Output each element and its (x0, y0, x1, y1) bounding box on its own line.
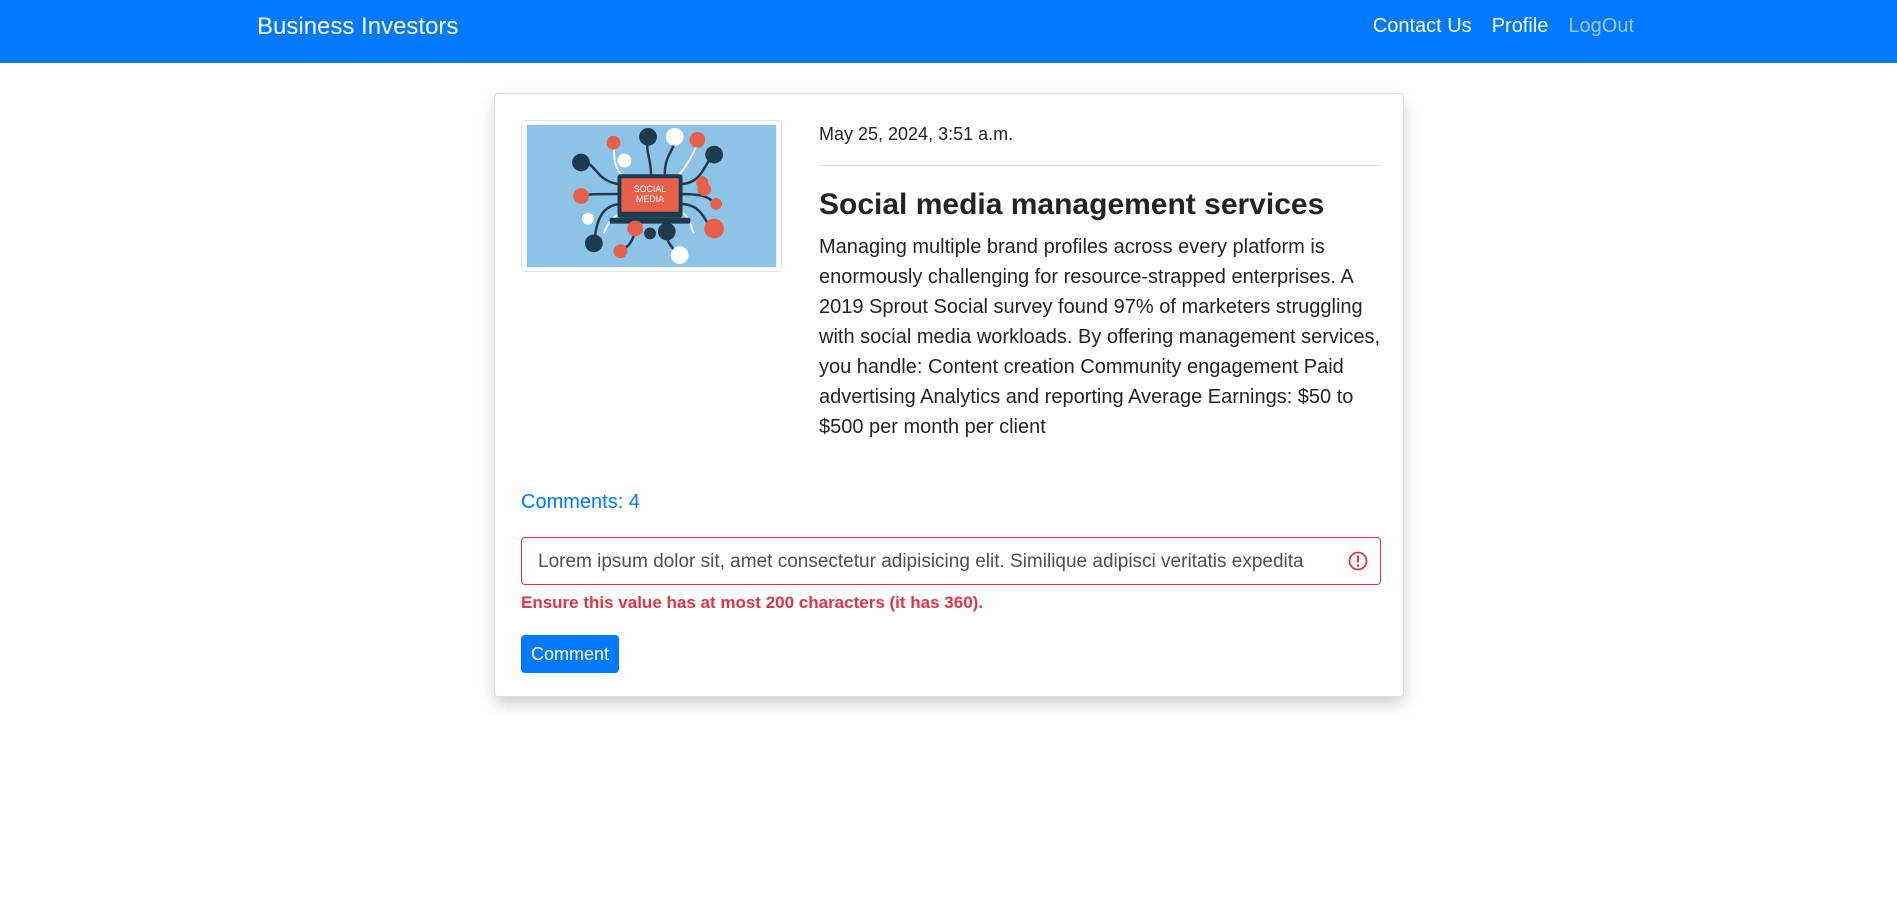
brand-link[interactable]: Business Investors (257, 13, 458, 41)
comment-field (521, 537, 1381, 586)
post-date: May 25, 2024, 3:51 a.m. (819, 124, 1014, 144)
illustration-text: SOCIAL (634, 184, 667, 194)
svg-text:MEDIA: MEDIA (636, 194, 664, 204)
validation-error: Ensure this value has at most 200 charac… (521, 593, 984, 612)
comments-count-link[interactable]: Comments: 4 (521, 491, 640, 514)
top-navbar: Business Investors Contact Us Profile Lo… (0, 0, 1897, 63)
post-meta: May 25, 2024, 3:51 a.m. Social media man… (819, 124, 1381, 442)
nav-profile[interactable]: Profile (1492, 15, 1549, 38)
divider (819, 165, 1381, 166)
post-card: SOCIAL MEDIA May 25, 2024, 3:51 a.m. Soc… (494, 93, 1404, 697)
social-media-illustration: SOCIAL MEDIA (526, 125, 777, 267)
nav-links: Contact Us Profile LogOut (1373, 15, 1634, 38)
error-icon (1348, 551, 1368, 571)
post-title: Social media management services (819, 188, 1325, 221)
post-thumbnail: SOCIAL MEDIA (521, 120, 782, 272)
nav-logout[interactable]: LogOut (1568, 15, 1634, 38)
comment-input[interactable] (536, 538, 1335, 586)
post-description: Managing multiple brand profiles across … (819, 236, 1380, 438)
comment-button[interactable]: Comment (521, 635, 619, 673)
nav-contact-us[interactable]: Contact Us (1373, 15, 1472, 38)
